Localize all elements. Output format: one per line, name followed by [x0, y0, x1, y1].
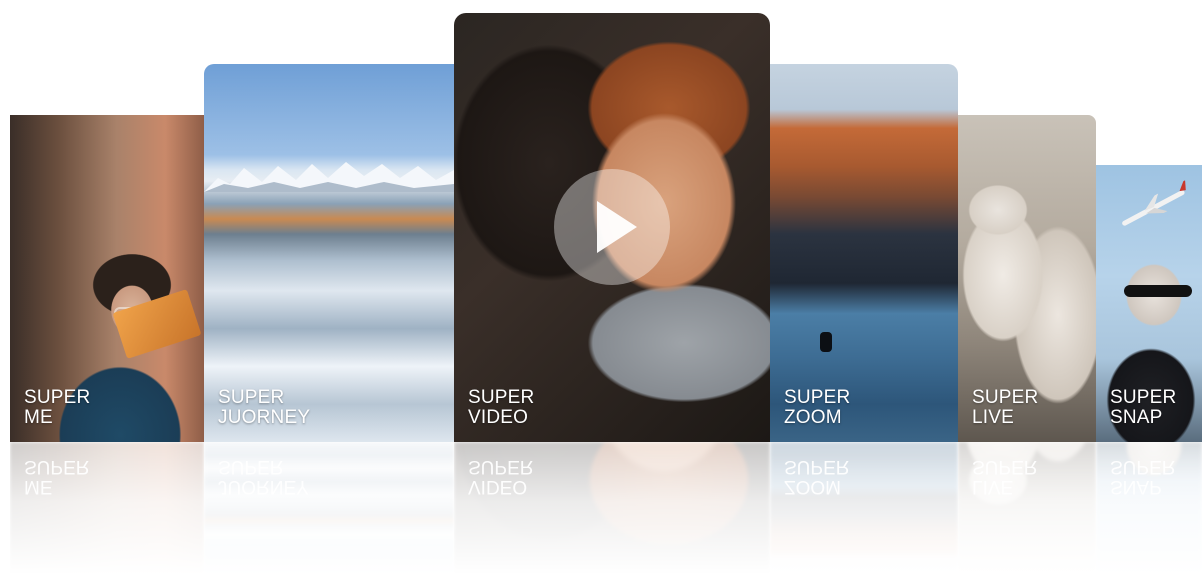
runner-silhouette	[820, 332, 832, 352]
caption-line-1: SUPER	[784, 387, 851, 408]
reflection-super-zoom: ZOOM SUPER	[770, 442, 958, 575]
play-icon	[597, 201, 637, 253]
reflection-super-journey: JUORNEY SUPER	[204, 442, 454, 575]
card-super-me[interactable]: SUPER ME	[10, 115, 204, 442]
card-caption: SUPER JUORNEY	[218, 388, 310, 428]
play-button[interactable]	[554, 169, 670, 285]
caption-line-1: SUPER	[1110, 387, 1177, 408]
card-photo	[204, 64, 454, 442]
reflection-super-video: VIDEO SUPER	[454, 442, 770, 575]
card-super-snap[interactable]: SUPER SNAP	[1096, 165, 1202, 442]
card-photo	[770, 64, 958, 442]
card-super-zoom[interactable]: SUPER ZOOM	[770, 64, 958, 442]
caption-line-1: SUPER	[972, 387, 1039, 408]
caption-line-1: SUPER	[24, 387, 91, 408]
card-caption: SUPER ME	[24, 388, 90, 428]
caption-line-2: LIVE	[972, 407, 1014, 428]
caption-line-2: VIDEO	[468, 407, 529, 428]
reflection-fade	[10, 442, 204, 575]
card-super-journey[interactable]: SUPER JUORNEY	[204, 64, 454, 442]
reflection-fade	[1096, 442, 1202, 575]
airplane-shape	[1122, 180, 1186, 226]
reflection-fade	[204, 442, 454, 575]
caption-line-1: SUPER	[468, 387, 535, 408]
card-caption: SUPER ZOOM	[784, 388, 850, 428]
card-caption: SUPER LIVE	[972, 388, 1038, 428]
sunglasses-detail	[1124, 285, 1192, 297]
reflection-super-me: ME SUPER	[10, 442, 204, 575]
card-super-live[interactable]: SUPER LIVE	[958, 115, 1096, 442]
reflection-fade	[770, 442, 958, 575]
card-caption: SUPER SNAP	[1110, 388, 1176, 428]
reflection-super-snap: SNAP SUPER	[1096, 442, 1202, 575]
caption-line-2: JUORNEY	[218, 407, 311, 428]
caption-line-2: SNAP	[1110, 407, 1163, 428]
caption-line-1: SUPER	[218, 387, 285, 408]
caption-line-2: ME	[24, 407, 53, 428]
mountain-peaks	[204, 162, 454, 192]
reflection-fade	[454, 442, 770, 575]
caption-line-2: ZOOM	[784, 407, 842, 428]
feature-carousel: SUPER ME SUPER JUORNEY SUPER VIDEO SUPER	[0, 0, 1202, 575]
card-caption: SUPER VIDEO	[468, 388, 534, 428]
reflection-fade	[958, 442, 1096, 575]
reflection-super-live: LIVE SUPER	[958, 442, 1096, 575]
book-detail	[112, 289, 202, 359]
